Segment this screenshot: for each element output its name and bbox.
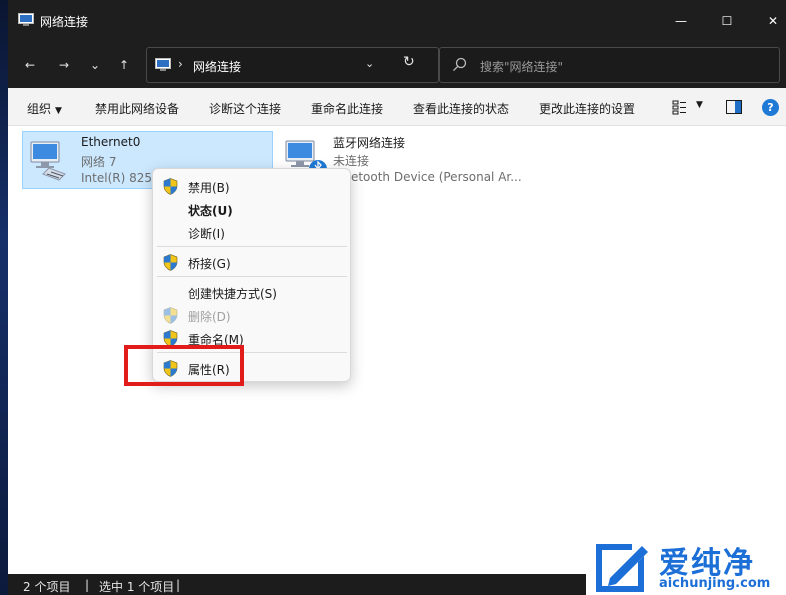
caret-down-icon[interactable]: ▼ xyxy=(696,100,703,110)
connection-name: 蓝牙网络连接 xyxy=(333,136,406,150)
preview-pane-icon[interactable] xyxy=(726,100,742,114)
menu-item-status[interactable]: 状态(U) xyxy=(153,198,350,220)
rename-button[interactable]: 重命名此连接 xyxy=(311,100,383,117)
refresh-icon[interactable]: ↻ xyxy=(403,54,415,70)
organize-label: 组织 xyxy=(27,102,52,116)
caret-down-icon: ▼ xyxy=(55,106,62,116)
minimize-button[interactable]: — xyxy=(658,0,704,42)
menu-item-diagnose[interactable]: 诊断(I) xyxy=(153,221,350,243)
watermark-logo-icon xyxy=(596,544,648,592)
menu-item-bridge[interactable]: 桥接(G) xyxy=(153,251,350,273)
back-button[interactable]: ← xyxy=(16,52,44,78)
uac-shield-icon xyxy=(163,307,178,324)
maximize-button[interactable]: ☐ xyxy=(704,0,750,42)
address-bar-row: ← → ⌄ ↑ › 网络连接 ⌄ ↻ 搜索"网络连接" xyxy=(8,42,786,88)
connection-network: 未连接 xyxy=(333,154,370,168)
connection-device: luetooth Device (Personal Ar... xyxy=(340,170,522,184)
arrow-up-icon: ↑ xyxy=(118,58,130,72)
menu-item-disable[interactable]: 禁用(B) xyxy=(153,175,350,197)
connection-network: 网络 7 xyxy=(81,155,117,169)
window-title: 网络连接 xyxy=(40,15,89,29)
arrow-right-icon: → xyxy=(58,58,70,72)
search-icon xyxy=(453,57,467,72)
properties-highlight-box xyxy=(124,345,244,386)
forward-button[interactable]: → xyxy=(50,52,78,78)
title-bar[interactable]: 网络连接 — ☐ ✕ xyxy=(8,0,786,42)
network-connections-icon xyxy=(155,58,171,71)
breadcrumb-chevron-icon: › xyxy=(178,57,183,71)
watermark: 爱纯净 aichunjing.com xyxy=(586,534,786,595)
close-icon: ✕ xyxy=(767,14,779,28)
menu-item-delete: 删除(D) xyxy=(153,304,350,326)
search-input[interactable]: 搜索"网络连接" xyxy=(439,47,780,83)
menu-item-label: 诊断(I) xyxy=(188,227,225,241)
disable-device-button[interactable]: 禁用此网络设备 xyxy=(95,100,179,117)
selected-count: 选中 1 个项目 xyxy=(99,580,175,594)
breadcrumb[interactable]: 网络连接 xyxy=(193,58,241,75)
up-button[interactable]: ↑ xyxy=(110,52,138,78)
connection-name: Ethernet0 xyxy=(81,135,141,149)
view-status-button[interactable]: 查看此连接的状态 xyxy=(413,100,509,117)
command-bar: 组织 ▼ 禁用此网络设备 诊断这个连接 重命名此连接 查看此连接的状态 更改此连接… xyxy=(8,88,786,126)
chevron-down-icon: ⌄ xyxy=(89,58,101,72)
address-field[interactable]: › 网络连接 ⌄ ↻ xyxy=(146,47,439,83)
status-bar: 2 个项目 | 选中 1 个项目 | xyxy=(8,574,586,595)
diagnose-button[interactable]: 诊断这个连接 xyxy=(209,100,281,117)
item-count: 2 个项目 xyxy=(23,580,71,594)
menu-divider xyxy=(157,276,347,277)
network-connections-icon xyxy=(18,13,34,26)
menu-item-label: 删除(D) xyxy=(188,310,231,324)
view-options-icon[interactable] xyxy=(672,99,688,115)
search-placeholder: 搜索"网络连接" xyxy=(480,60,564,74)
recent-locations-button[interactable]: ⌄ xyxy=(82,52,108,78)
uac-shield-icon xyxy=(163,178,178,195)
menu-item-label: 桥接(G) xyxy=(188,257,231,271)
minimize-icon: — xyxy=(675,14,687,28)
menu-item-label: 禁用(B) xyxy=(188,181,230,195)
address-dropdown-icon[interactable]: ⌄ xyxy=(365,57,374,70)
change-settings-button[interactable]: 更改此连接的设置 xyxy=(539,100,635,117)
organize-button[interactable]: 组织 ▼ xyxy=(27,100,62,117)
network-adapter-icon xyxy=(30,141,66,181)
maximize-icon: ☐ xyxy=(721,14,733,28)
menu-divider xyxy=(157,246,347,247)
help-icon[interactable]: ? xyxy=(762,99,779,116)
close-button[interactable]: ✕ xyxy=(750,0,786,42)
explorer-window: 网络连接 — ☐ ✕ ← → ⌄ ↑ › 网络连接 ⌄ ↻ 搜索"网络连接" 组… xyxy=(8,0,786,595)
menu-item-create-shortcut[interactable]: 创建快捷方式(S) xyxy=(153,281,350,303)
status-divider: | xyxy=(176,578,181,592)
watermark-url: aichunjing.com xyxy=(659,576,771,591)
menu-item-label: 状态(U) xyxy=(188,204,233,218)
arrow-left-icon: ← xyxy=(24,58,36,72)
status-divider: | xyxy=(85,578,90,592)
uac-shield-icon xyxy=(163,254,178,271)
menu-item-label: 创建快捷方式(S) xyxy=(188,287,277,301)
